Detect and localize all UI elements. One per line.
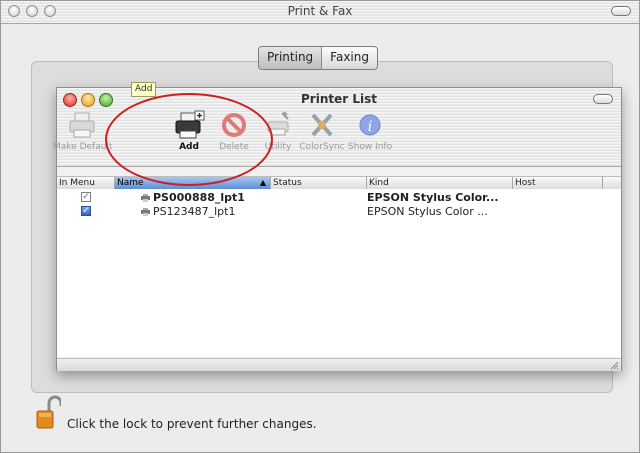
table-row[interactable]: ✓ PS123487_lpt1 EPSON Stylus Color ...	[57, 205, 621, 218]
window-titlebar[interactable]: Print & Fax	[1, 1, 639, 24]
print-fax-window: Print & Fax Printing Faxing Printer List…	[0, 0, 640, 453]
add-tooltip: Add	[131, 82, 157, 97]
column-status[interactable]: Status	[271, 177, 367, 189]
column-kind[interactable]: Kind	[367, 177, 513, 189]
colorsync-icon	[311, 113, 333, 137]
column-host[interactable]: Host	[513, 177, 603, 189]
info-icon: i	[359, 114, 381, 136]
printer-name-cell: PS123487_lpt1	[141, 205, 235, 218]
horizontal-scrollbar[interactable]	[57, 358, 621, 371]
annotation-circle	[105, 93, 273, 186]
printer-table: ✓ PS000888_lpt1 EPSON Stylus Color... ✓ …	[57, 189, 621, 357]
printer-kind-cell: EPSON Stylus Color...	[367, 191, 499, 204]
show-info-button[interactable]: i Show Info	[341, 110, 399, 152]
table-row[interactable]: ✓ PS000888_lpt1 EPSON Stylus Color...	[57, 191, 621, 204]
tab-faxing[interactable]: Faxing	[321, 47, 377, 69]
toolbar-toggle-button[interactable]	[611, 6, 631, 16]
resize-grip-icon[interactable]	[609, 360, 619, 370]
printer-name-cell: PS000888_lpt1	[141, 191, 245, 204]
window-title: Print & Fax	[287, 4, 353, 18]
tab-bar: Printing Faxing	[258, 46, 378, 70]
printer-icon	[69, 112, 95, 138]
printer-kind-cell: EPSON Stylus Color ...	[367, 205, 488, 218]
tab-printing[interactable]: Printing	[259, 47, 322, 69]
in-menu-checkbox[interactable]: ✓	[81, 206, 91, 216]
printer-list-toolbar-toggle[interactable]	[593, 94, 613, 104]
printer-icon	[141, 208, 150, 216]
printer-icon	[141, 194, 150, 202]
sort-ascending-icon: ▲	[259, 178, 266, 187]
lock-icon[interactable]	[35, 395, 61, 431]
column-spacer	[603, 177, 621, 189]
column-in-menu[interactable]: In Menu	[57, 177, 115, 189]
make-default-button[interactable]: Make Default	[53, 110, 112, 152]
svg-text:i: i	[368, 119, 372, 135]
in-menu-checkbox[interactable]: ✓	[81, 192, 91, 202]
lock-message: Click the lock to prevent further change…	[67, 417, 317, 431]
